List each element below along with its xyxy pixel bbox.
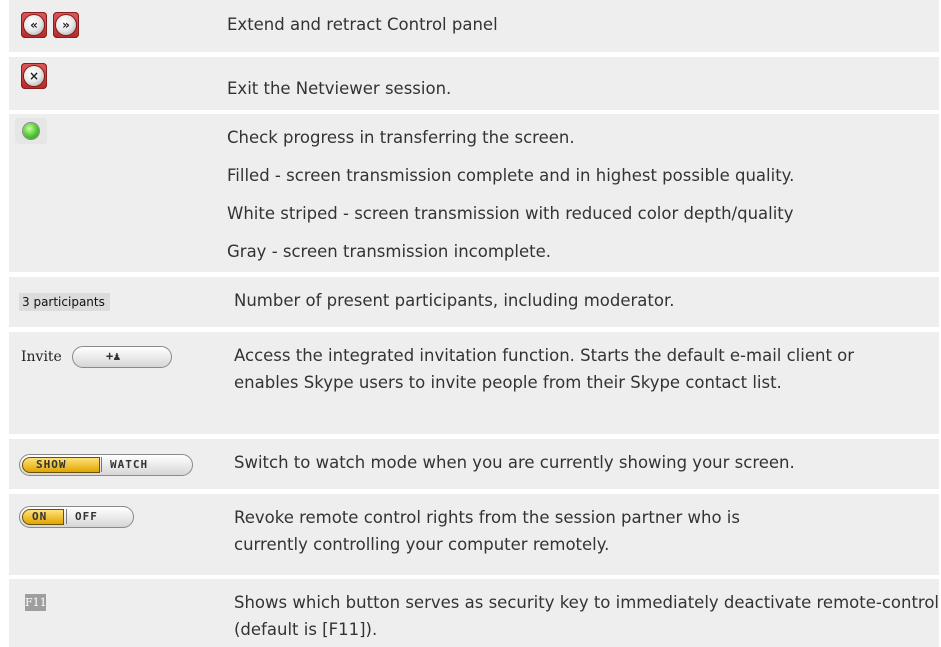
description-text: Gray - screen transmission incomplete.: [227, 242, 551, 261]
watch-label: WATCH: [110, 458, 149, 471]
description-cell: Exit the Netviewer session.: [227, 57, 939, 110]
extend-arrow-icon[interactable]: »: [53, 12, 79, 38]
description-text: Shows which button serves as security ke…: [234, 593, 940, 639]
exit-session-icon[interactable]: ×: [21, 63, 47, 89]
icon-cell: SHOW WATCH: [9, 439, 220, 489]
description-text: White striped - screen transmission with…: [227, 204, 794, 223]
icon-cell: 3 participants: [9, 277, 220, 327]
description-cell: Switch to watch mode when you are curren…: [227, 439, 939, 489]
icon-cell: « »: [9, 0, 220, 52]
icon-cell: [9, 114, 220, 272]
show-watch-toggle[interactable]: SHOW WATCH: [19, 454, 193, 476]
description-cell: Shows which button serves as security ke…: [227, 579, 939, 647]
icon-cell: ×: [9, 57, 220, 110]
retract-arrow-icon[interactable]: «: [21, 12, 47, 38]
description-text: Filled - screen transmission complete an…: [227, 166, 795, 185]
transfer-progress-indicator-icon: [15, 118, 47, 144]
description-text: Exit the Netviewer session.: [227, 79, 452, 98]
description-cell: Extend and retract Control panel: [227, 0, 939, 52]
off-label: OFF: [75, 510, 98, 523]
description-text: Check progress in transferring the scree…: [227, 128, 575, 147]
icon-cell: Invite +♟: [9, 332, 220, 434]
add-person-icon: +♟: [106, 349, 121, 363]
table-row: « » Extend and retract Control panel: [9, 0, 939, 52]
description-text: Switch to watch mode when you are curren…: [234, 453, 795, 472]
description-cell: Check progress in transferring the scree…: [227, 114, 939, 272]
description-cell: Access the integrated invitation functio…: [227, 332, 939, 434]
remote-control-toggle[interactable]: ON OFF: [19, 506, 134, 528]
table-row: Check progress in transferring the scree…: [9, 114, 939, 272]
description-text: Access the integrated invitation functio…: [234, 346, 855, 392]
table-row: 3 participants Number of present partici…: [9, 277, 939, 327]
show-label: SHOW: [36, 458, 67, 471]
table-row: F11 Shows which button serves as securit…: [9, 579, 939, 647]
table-row: Invite +♟ Access the integrated invitati…: [9, 332, 939, 434]
description-text: Number of present participants, includin…: [234, 291, 675, 310]
table-row: SHOW WATCH Switch to watch mode when you…: [9, 439, 939, 489]
invite-button[interactable]: +♟: [72, 346, 172, 368]
f11-key-icon: F11: [25, 594, 47, 611]
description-text: Revoke remote control rights from the se…: [234, 508, 740, 554]
table-row: ON OFF Revoke remote control rights from…: [9, 494, 939, 575]
description-text: Extend and retract Control panel: [227, 15, 498, 34]
on-label: ON: [32, 510, 48, 523]
icon-cell: ON OFF: [9, 494, 220, 575]
icon-cell: F11: [9, 579, 220, 647]
invite-label: Invite: [21, 349, 62, 365]
table-row: × Exit the Netviewer session.: [9, 57, 939, 110]
description-cell: Revoke remote control rights from the se…: [227, 494, 939, 575]
participants-count-badge: 3 participants: [19, 293, 110, 311]
description-cell: Number of present participants, includin…: [227, 277, 939, 327]
